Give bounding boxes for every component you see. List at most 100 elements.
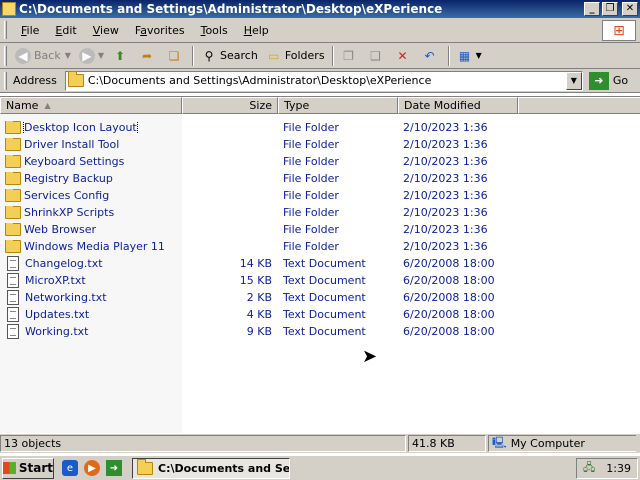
file-date-modified: 6/20/2008 18:00 — [403, 257, 495, 270]
address-input[interactable]: C:\Documents and Settings\Administrator\… — [64, 70, 583, 91]
copy-to-button[interactable]: ❏ — [162, 45, 189, 67]
network-icon[interactable]: 🖧 — [583, 459, 595, 478]
menu-edit[interactable]: Edit — [47, 24, 84, 37]
back-button[interactable]: ◀ Back ▼ — [11, 45, 75, 67]
list-item[interactable]: Desktop Icon Layout File Folder 2/10/2023 … — [0, 119, 640, 136]
go-button[interactable]: ➜ Go — [588, 71, 628, 90]
file-name: Updates.txt — [25, 308, 90, 321]
menu-view[interactable]: View — [85, 24, 127, 37]
column-header-name[interactable]: Name ▲ — [0, 97, 182, 114]
views-button[interactable]: ▦ ▼ — [453, 45, 486, 67]
internet-explorer-icon[interactable]: e — [62, 460, 78, 476]
file-name-cell[interactable]: MicroXP.txt — [0, 273, 182, 288]
menu-bar: File Edit View Favorites Tools Help ⊞ — [0, 18, 640, 43]
status-bar: 13 objects 41.8 KB 🖳 My Computer — [0, 433, 640, 453]
folder-icon — [5, 121, 21, 134]
menu-tools[interactable]: Tools — [193, 24, 236, 37]
file-name-cell[interactable]: Updates.txt — [0, 307, 182, 322]
column-date-label: Date Modified — [404, 99, 481, 112]
delete-button[interactable]: ✕ — [391, 45, 418, 67]
status-total-size: 41.8 KB — [408, 435, 486, 452]
file-name-cell[interactable]: Changelog.txt — [0, 256, 182, 271]
minimize-button[interactable]: _ — [584, 2, 600, 16]
file-date-modified: 6/20/2008 18:00 — [403, 274, 495, 287]
menu-help[interactable]: Help — [236, 24, 277, 37]
move-to-button[interactable]: ➦ — [135, 45, 162, 67]
toolbar-separator — [447, 45, 450, 66]
list-item[interactable]: Working.txt 9 KB Text Document 6/20/2008 18… — [0, 323, 640, 340]
column-header-type[interactable]: Type — [278, 97, 398, 114]
up-button[interactable]: ⬆ — [108, 45, 135, 67]
media-player-icon[interactable]: ▶ — [84, 460, 100, 476]
file-name-cell[interactable]: Desktop Icon Layout — [0, 121, 182, 134]
file-date-modified: 6/20/2008 18:00 — [403, 308, 495, 321]
copy-button[interactable]: ❑ — [364, 45, 391, 67]
file-type: Text Document — [283, 291, 366, 304]
file-date-modified: 2/10/2023 1:36 — [403, 223, 488, 236]
column-header-size[interactable]: Size — [182, 97, 278, 114]
forward-button[interactable]: ▶ ▼ — [75, 45, 108, 67]
chevron-down-icon[interactable]: ▼ — [65, 51, 71, 60]
maximize-button[interactable]: ❐ — [602, 2, 618, 16]
file-type: Text Document — [283, 274, 366, 287]
file-name: MicroXP.txt — [25, 274, 86, 287]
list-item[interactable]: Registry Backup File Folder 2/10/2023 1:36 — [0, 170, 640, 187]
folder-icon — [5, 189, 21, 202]
list-item[interactable]: MicroXP.txt 15 KB Text Document 6/20/2008 1… — [0, 272, 640, 289]
folders-button[interactable]: ▭ Folders — [262, 45, 329, 67]
menu-favorites[interactable]: Favorites — [127, 24, 193, 37]
list-item[interactable]: Driver Install Tool File Folder 2/10/2023 … — [0, 136, 640, 153]
address-grip[interactable] — [4, 71, 7, 90]
file-name-cell[interactable]: Web Browser — [0, 223, 182, 236]
folder-icon — [5, 240, 21, 253]
menu-file[interactable]: File — [13, 24, 47, 37]
file-name-cell[interactable]: Driver Install Tool — [0, 138, 182, 151]
show-desktop-icon[interactable]: ➜ — [106, 460, 122, 476]
standard-toolbar: ◀ Back ▼ ▶ ▼ ⬆ ➦ ❏ ⚲ Search ▭ Folders ❐ … — [0, 43, 640, 69]
undo-button[interactable]: ↶ — [418, 45, 445, 67]
move-button[interactable]: ❐ — [337, 45, 364, 67]
column-header-date[interactable]: Date Modified — [398, 97, 518, 114]
move-to-icon: ➦ — [142, 48, 153, 63]
file-name-cell[interactable]: Services Config — [0, 189, 182, 202]
list-item[interactable]: Windows Media Player 11 File Folder 2/10/2… — [0, 238, 640, 255]
list-item[interactable]: Networking.txt 2 KB Text Document 6/20/2008… — [0, 289, 640, 306]
file-size: 2 KB — [246, 291, 272, 304]
file-name-cell[interactable]: Working.txt — [0, 324, 182, 339]
file-name-cell[interactable]: Windows Media Player 11 — [0, 240, 182, 253]
search-button[interactable]: ⚲ Search — [197, 45, 262, 67]
text-document-icon — [7, 290, 19, 305]
file-name-cell[interactable]: Networking.txt — [0, 290, 182, 305]
folders-icon: ▭ — [268, 48, 280, 63]
status-object-count: 13 objects — [0, 435, 406, 452]
taskbar-window-button[interactable]: C:\Documents and Se... — [132, 457, 290, 479]
address-dropdown-button[interactable]: ▼ — [565, 71, 582, 90]
taskbar-window-label: C:\Documents and Se... — [158, 461, 290, 475]
file-list-view[interactable]: Name ▲ Size Type Date Modified Desktop I… — [0, 96, 640, 434]
file-name: ShrinkXP Scripts — [24, 206, 115, 219]
window-title: C:\Documents and Settings\Administrator\… — [19, 2, 443, 16]
file-name-cell[interactable]: Keyboard Settings — [0, 155, 182, 168]
list-item[interactable]: Web Browser File Folder 2/10/2023 1:36 — [0, 221, 640, 238]
file-name-cell[interactable]: ShrinkXP Scripts — [0, 206, 182, 219]
close-button[interactable]: ✕ — [622, 2, 638, 16]
file-name-cell[interactable]: Registry Backup — [0, 172, 182, 185]
list-item[interactable]: Keyboard Settings File Folder 2/10/2023 1:… — [0, 153, 640, 170]
address-value[interactable]: C:\Documents and Settings\Administrator\… — [88, 74, 432, 87]
list-item[interactable]: Services Config File Folder 2/10/2023 1:36 — [0, 187, 640, 204]
list-item[interactable]: Updates.txt 4 KB Text Document 6/20/2008 18… — [0, 306, 640, 323]
file-type: Text Document — [283, 308, 366, 321]
file-name: Registry Backup — [24, 172, 113, 185]
menu-grip[interactable] — [4, 21, 7, 39]
title-bar[interactable]: C:\Documents and Settings\Administrator\… — [0, 0, 640, 18]
file-name: Working.txt — [25, 325, 89, 338]
delete-icon: ✕ — [397, 48, 408, 63]
chevron-down-icon[interactable]: ▼ — [98, 51, 104, 60]
file-name: Changelog.txt — [25, 257, 103, 270]
file-type: File Folder — [283, 121, 339, 134]
start-button[interactable]: Start — [2, 457, 54, 479]
clock[interactable]: 1:39 — [606, 462, 631, 475]
list-item[interactable]: Changelog.txt 14 KB Text Document 6/20/2008… — [0, 255, 640, 272]
toolbar-grip[interactable] — [4, 45, 7, 66]
list-item[interactable]: ShrinkXP Scripts File Folder 2/10/2023 1:3… — [0, 204, 640, 221]
